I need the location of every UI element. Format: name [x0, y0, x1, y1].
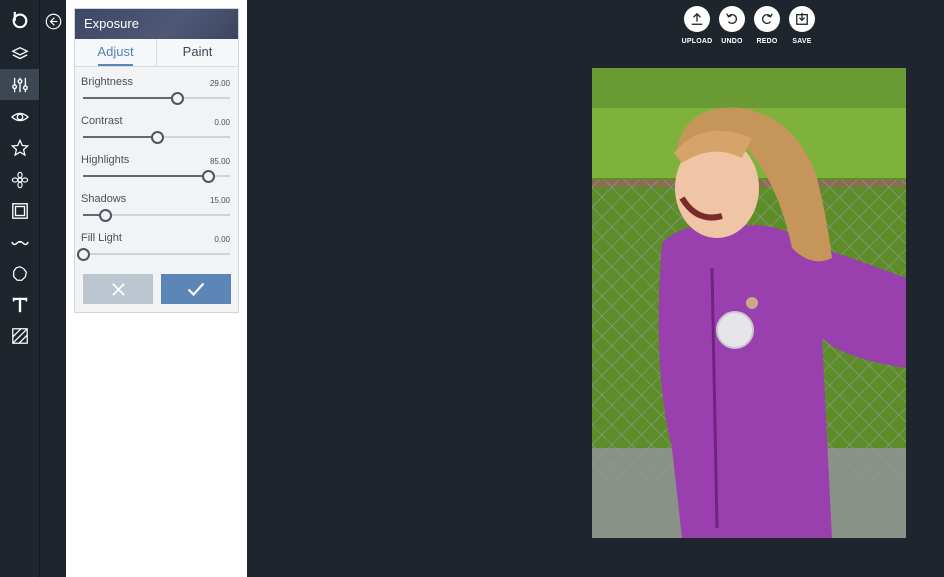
- undo-icon: [719, 6, 745, 32]
- slider-value: 15.00: [209, 196, 230, 205]
- slider-label: Contrast: [81, 115, 123, 127]
- slider-track[interactable]: [83, 92, 230, 105]
- slider-fill: [83, 175, 208, 177]
- undo-button[interactable]: UNDO: [715, 6, 749, 45]
- mustache-icon[interactable]: [0, 226, 39, 257]
- tab-adjust[interactable]: Adjust: [75, 39, 157, 66]
- exposure-card: Exposure Adjust Paint Brightness 29.00 Con…: [74, 8, 239, 313]
- badge-icon[interactable]: [0, 258, 39, 289]
- back-column: [40, 0, 66, 577]
- slider-label: Shadows: [81, 193, 127, 205]
- eye-icon[interactable]: [0, 101, 39, 132]
- slider-track[interactable]: [83, 170, 230, 183]
- text-icon[interactable]: [0, 289, 39, 320]
- save-button[interactable]: SAVE: [785, 6, 819, 45]
- slider-thumb[interactable]: [99, 209, 113, 222]
- slider-value: 85.00: [209, 157, 230, 166]
- slider-thumb[interactable]: [150, 131, 164, 144]
- photo-image: [592, 68, 906, 538]
- slider-contrast[interactable]: Contrast 0.00: [75, 106, 238, 145]
- layers-icon[interactable]: [0, 38, 39, 69]
- undo-label: UNDO: [721, 38, 743, 45]
- slider-list: Brightness 29.00 Contrast 0.00 Highlights 85.…: [75, 67, 238, 262]
- slider-shadows[interactable]: Shadows 15.00: [75, 184, 238, 223]
- slider-track[interactable]: [83, 209, 230, 222]
- adjust-panel: Exposure Adjust Paint Brightness 29.00 Con…: [66, 0, 247, 577]
- slider-label: Fill Light: [81, 232, 122, 244]
- save-icon: [789, 6, 815, 32]
- tool-sidebar: [0, 0, 40, 577]
- slider-fill: [83, 136, 157, 138]
- sliders-icon[interactable]: [0, 69, 39, 100]
- cancel-button[interactable]: [83, 274, 153, 304]
- slider-thumb[interactable]: [77, 248, 90, 261]
- slider-highlights[interactable]: Highlights 85.00: [75, 145, 238, 184]
- frame-icon[interactable]: [0, 195, 39, 226]
- star-icon[interactable]: [0, 132, 39, 163]
- redo-icon: [754, 6, 780, 32]
- x-icon: [111, 282, 125, 296]
- slider-fill-light[interactable]: Fill Light 0.00: [75, 223, 238, 262]
- top-actions: UPLOAD UNDO REDO SAVE: [680, 6, 820, 51]
- b-logo-icon[interactable]: [0, 4, 39, 35]
- slider-value: 29.00: [209, 79, 230, 88]
- panel-tabs: Adjust Paint: [75, 39, 238, 67]
- back-arrow-icon[interactable]: [45, 13, 62, 30]
- flower-icon[interactable]: [0, 164, 39, 195]
- check-icon: [187, 282, 205, 297]
- apply-button[interactable]: [161, 274, 231, 304]
- slider-value: 0.00: [214, 235, 230, 244]
- slider-value: 0.00: [214, 118, 230, 127]
- slider-track[interactable]: [83, 131, 230, 144]
- slider-label: Highlights: [81, 154, 130, 166]
- slider-thumb[interactable]: [201, 170, 215, 183]
- redo-label: REDO: [756, 38, 778, 45]
- slider-thumb[interactable]: [171, 92, 185, 105]
- panel-title: Exposure: [75, 9, 238, 39]
- slider-fill: [83, 97, 178, 99]
- slider-track[interactable]: [77, 248, 230, 261]
- upload-label: UPLOAD: [681, 38, 713, 45]
- tab-paint[interactable]: Paint: [157, 39, 238, 66]
- upload-button[interactable]: UPLOAD: [680, 6, 714, 45]
- slider-label: Brightness: [81, 76, 133, 88]
- save-label: SAVE: [792, 38, 812, 45]
- redo-button[interactable]: REDO: [750, 6, 784, 45]
- photo-canvas[interactable]: [592, 68, 906, 538]
- upload-icon: [684, 6, 710, 32]
- texture-icon[interactable]: [0, 320, 39, 351]
- slider-brightness[interactable]: Brightness 29.00: [75, 67, 238, 106]
